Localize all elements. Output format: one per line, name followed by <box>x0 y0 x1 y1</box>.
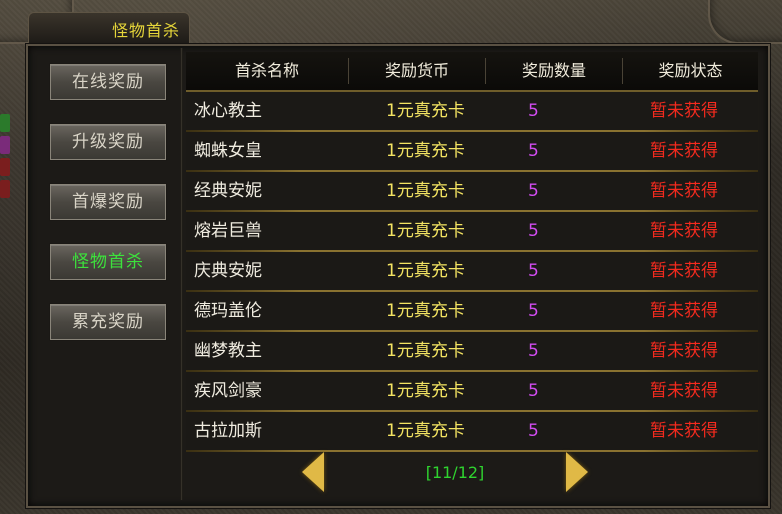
row-reward-quantity: 5 <box>528 221 539 241</box>
row-reward-status: 暂未获得 <box>650 261 718 281</box>
table-row: 疾风剑豪 1元真充卡 5 暂未获得 <box>186 372 758 410</box>
row-reward-currency: 1元真充卡 <box>386 221 465 241</box>
row-reward-currency: 1元真充卡 <box>386 181 465 201</box>
row-reward-quantity: 5 <box>528 101 539 121</box>
row-reward-status: 暂未获得 <box>650 421 718 441</box>
row-reward-currency: 1元真充卡 <box>386 101 465 121</box>
table-row: 冰心教主 1元真充卡 5 暂未获得 <box>186 92 758 130</box>
row-kill-name: 庆典安妮 <box>194 261 262 281</box>
panel-divider <box>180 48 183 500</box>
row-reward-quantity: 5 <box>528 421 539 441</box>
row-reward-currency: 1元真充卡 <box>386 141 465 161</box>
row-kill-name: 幽梦教主 <box>194 341 262 361</box>
row-reward-quantity: 5 <box>528 141 539 161</box>
table-row: 庆典安妮 1元真充卡 5 暂未获得 <box>186 252 758 290</box>
row-divider <box>186 450 758 452</box>
sidebar-button-first-drop-reward[interactable]: 首爆奖励 <box>50 184 166 220</box>
left-edge-decoration <box>0 110 12 230</box>
row-kill-name: 疾风剑豪 <box>194 381 262 401</box>
table-row: 古拉加斯 1元真充卡 5 暂未获得 <box>186 412 758 450</box>
row-reward-status: 暂未获得 <box>650 101 718 121</box>
table-row: 经典安妮 1元真充卡 5 暂未获得 <box>186 172 758 210</box>
row-reward-currency: 1元真充卡 <box>386 421 465 441</box>
table-header: 首杀名称 奖励货币 奖励数量 奖励状态 <box>186 52 758 92</box>
row-reward-status: 暂未获得 <box>650 381 718 401</box>
header-reward-currency: 奖励货币 <box>384 61 449 80</box>
row-reward-status: 暂未获得 <box>650 181 718 201</box>
row-reward-quantity: 5 <box>528 381 539 401</box>
row-kill-name: 蜘蛛女皇 <box>194 141 262 161</box>
row-kill-name: 冰心教主 <box>194 101 262 121</box>
row-reward-currency: 1元真充卡 <box>386 341 465 361</box>
row-kill-name: 德玛盖伦 <box>194 301 262 321</box>
chevron-left-icon[interactable] <box>302 452 324 492</box>
sidebar-button-recharge-reward[interactable]: 累充奖励 <box>50 304 166 340</box>
row-reward-status: 暂未获得 <box>650 301 718 321</box>
row-reward-currency: 1元真充卡 <box>386 381 465 401</box>
table-row: 德玛盖伦 1元真充卡 5 暂未获得 <box>186 292 758 330</box>
header-reward-quantity: 奖励数量 <box>521 61 586 80</box>
sidebar-button-monster-first-kill[interactable]: 怪物首杀 <box>50 244 166 280</box>
chevron-right-icon[interactable] <box>566 452 588 492</box>
corner-ornament-top-right <box>708 0 782 44</box>
row-kill-name: 熔岩巨兽 <box>194 221 262 241</box>
row-reward-status: 暂未获得 <box>650 341 718 361</box>
row-reward-quantity: 5 <box>528 181 539 201</box>
page-indicator: [11/12] <box>425 463 485 482</box>
row-reward-currency: 1元真充卡 <box>386 301 465 321</box>
table-row: 幽梦教主 1元真充卡 5 暂未获得 <box>186 332 758 370</box>
row-reward-quantity: 5 <box>528 261 539 281</box>
window-title: 怪物首杀 <box>112 21 181 40</box>
row-reward-status: 暂未获得 <box>650 141 718 161</box>
sidebar-button-levelup-reward[interactable]: 升级奖励 <box>50 124 166 160</box>
row-kill-name: 古拉加斯 <box>194 421 262 441</box>
header-kill-name: 首杀名称 <box>234 61 299 80</box>
row-reward-quantity: 5 <box>528 301 539 321</box>
table-row: 熔岩巨兽 1元真充卡 5 暂未获得 <box>186 212 758 250</box>
row-kill-name: 经典安妮 <box>194 181 262 201</box>
table-row: 蜘蛛女皇 1元真充卡 5 暂未获得 <box>186 132 758 170</box>
row-reward-currency: 1元真充卡 <box>386 261 465 281</box>
header-reward-status: 奖励状态 <box>658 61 723 80</box>
row-reward-status: 暂未获得 <box>650 221 718 241</box>
row-reward-quantity: 5 <box>528 341 539 361</box>
sidebar-button-online-reward[interactable]: 在线奖励 <box>50 64 166 100</box>
